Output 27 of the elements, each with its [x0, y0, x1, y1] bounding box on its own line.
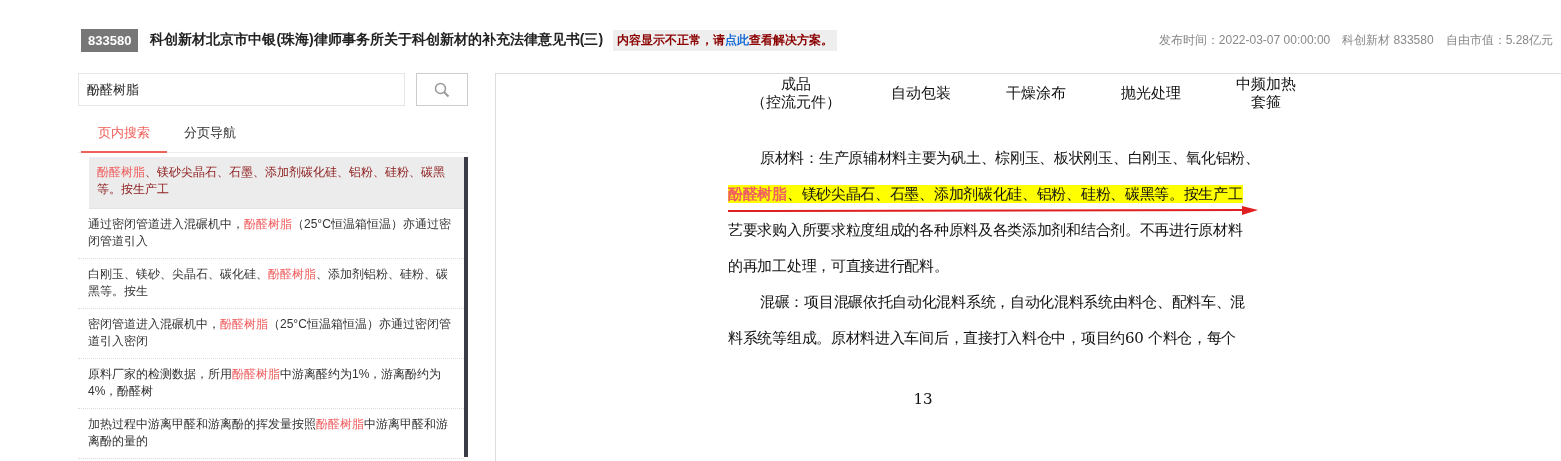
- notice-text: 查看解决方案。: [749, 31, 834, 49]
- search-icon: [434, 81, 450, 98]
- search-button[interactable]: [416, 73, 468, 106]
- page-number: 13: [912, 390, 934, 408]
- document-text-line: 艺要求购入所要求粒度组成的各种原料及各类添加剂和结合剂。不再进行原材料: [728, 221, 1243, 239]
- document-title: 科创新材北京市中银(珠海)律师事务所关于科创新材的补充法律意见书(三): [150, 31, 604, 49]
- search-field[interactable]: 酚醛树脂: [78, 73, 405, 106]
- notice-text: 内容显示不正常，请: [617, 31, 726, 49]
- document-text-line: 混碾：项目混碾依托自动化混料系统，自动化混料系统由料仓、配料车、混: [759, 293, 1246, 311]
- solution-link[interactable]: 点此: [725, 31, 750, 49]
- search-result[interactable]: 酚醛树脂、镁砂尖晶石、石墨、添加剂碳化硅、铝粉、硅粉、碳黑等。按生产工: [89, 157, 464, 209]
- document-text-line: 原材料：生产原辅材料主要为矾土、棕刚玉、板状刚玉、白刚玉、氧化铝粉、: [759, 149, 1260, 167]
- process-step-text: 中频加热: [1235, 75, 1296, 93]
- process-step-text: 抛光处理: [1120, 84, 1181, 102]
- meta-text: 科创新材 833580: [1342, 31, 1434, 49]
- scrollbar[interactable]: [464, 157, 468, 457]
- process-step-text: 自动包装: [890, 84, 951, 102]
- document-text-line: 的再加工处理，可直接进行配料。: [728, 257, 949, 275]
- process-step-text: （控流元件）: [750, 93, 841, 111]
- process-step-text: 套箍: [1250, 93, 1281, 111]
- document-text-line: 料系统等组成。原材料进入车间后，直接打入料仓中，项目约60 个料仓，每个: [728, 329, 1237, 347]
- meta-text: 自由市值：5.28亿元: [1445, 31, 1553, 49]
- process-step-text: 成品: [780, 75, 811, 93]
- tab[interactable]: 分页导航: [167, 118, 253, 152]
- meta-text: 发布时间：2022-03-07 00:00:00: [1158, 31, 1331, 49]
- stock-code-badge: 833580: [81, 28, 139, 52]
- process-step-text: 干燥涂布: [1005, 84, 1066, 102]
